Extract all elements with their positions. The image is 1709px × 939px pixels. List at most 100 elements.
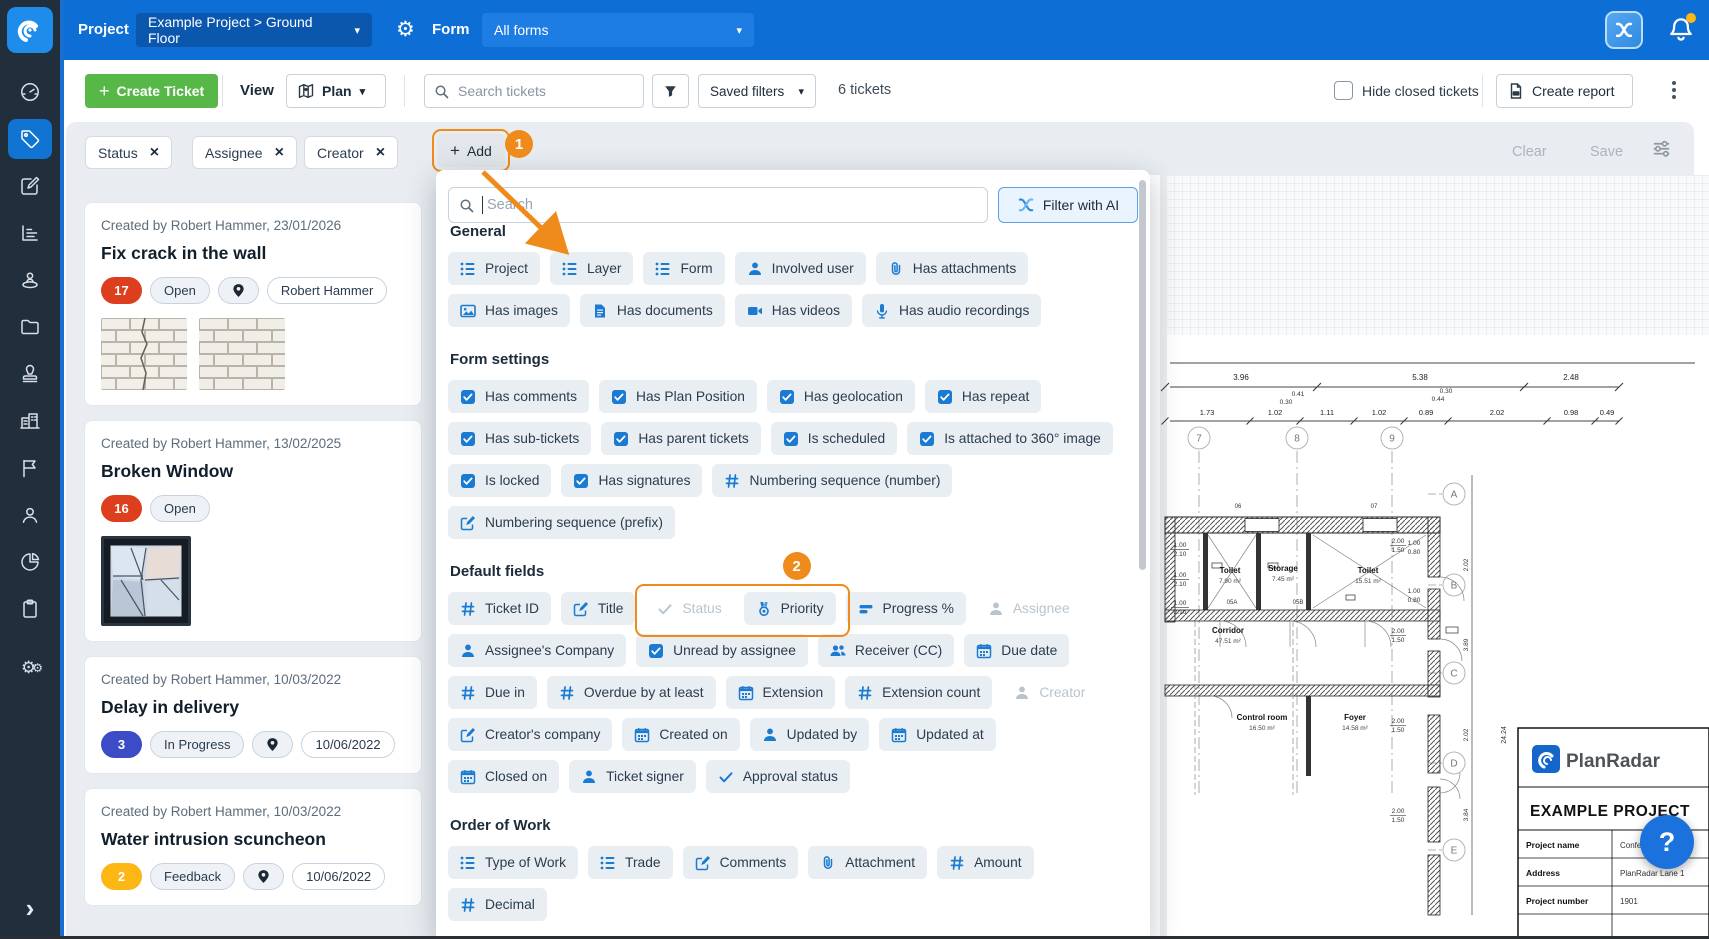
ticket-thumbnail-broken-window[interactable] bbox=[101, 536, 191, 626]
panel-scrollbar[interactable] bbox=[1139, 180, 1146, 570]
field-chip-amount[interactable]: Amount bbox=[937, 846, 1034, 879]
field-chip-comments[interactable]: Comments bbox=[683, 846, 799, 879]
notification-dot bbox=[1686, 13, 1696, 23]
sidebar-item-stamp-icon[interactable] bbox=[8, 354, 52, 394]
field-chip-is-scheduled[interactable]: Is scheduled bbox=[771, 422, 897, 455]
sidebar-item-contacts-icon[interactable] bbox=[8, 495, 52, 535]
field-chip-has-repeat[interactable]: Has repeat bbox=[925, 380, 1042, 413]
save-filters-button[interactable]: Save bbox=[1590, 144, 1623, 160]
sidebar-item-folder-icon[interactable] bbox=[8, 307, 52, 347]
project-dropdown[interactable]: Example Project > Ground Floor ▾ bbox=[136, 13, 372, 47]
ticket-thumbnail-brick[interactable] bbox=[199, 318, 285, 390]
create-ticket-button[interactable]: + Create Ticket bbox=[85, 74, 218, 108]
field-chip-trade[interactable]: Trade bbox=[588, 846, 673, 879]
field-chip-updated-at[interactable]: Updated at bbox=[879, 718, 996, 751]
sidebar-item-companies-icon[interactable] bbox=[8, 401, 52, 441]
sidebar-item-clipboard-icon[interactable] bbox=[8, 589, 52, 629]
field-chip-updated-by[interactable]: Updated by bbox=[750, 718, 870, 751]
sidebar-item-pie-chart-icon[interactable] bbox=[8, 542, 52, 582]
notifications-bell-icon[interactable] bbox=[1668, 16, 1696, 44]
sidebar-item-flag-icon[interactable] bbox=[8, 448, 52, 488]
field-chip-has-attachments[interactable]: Has attachments bbox=[876, 252, 1029, 285]
field-chip-receiver-cc-[interactable]: Receiver (CC) bbox=[818, 634, 954, 667]
field-chip-has-geolocation[interactable]: Has geolocation bbox=[767, 380, 915, 413]
field-chip-layer[interactable]: Layer bbox=[550, 252, 634, 285]
field-chip-has-images[interactable]: Has images bbox=[448, 294, 570, 327]
planradar-logo[interactable] bbox=[7, 7, 53, 53]
search-tickets-input[interactable] bbox=[456, 82, 620, 100]
field-chip-extension[interactable]: Extension bbox=[726, 676, 836, 709]
field-chip-created-on[interactable]: Created on bbox=[622, 718, 739, 751]
field-chip-assignee-s-company[interactable]: Assignee's Company bbox=[448, 634, 626, 667]
sidebar-item-site-person-icon[interactable] bbox=[8, 260, 52, 300]
more-options-kebab-icon[interactable] bbox=[1672, 78, 1676, 102]
field-chip-unread-by-assignee[interactable]: Unread by assignee bbox=[636, 634, 808, 667]
filter-chip-status[interactable]: Status× bbox=[85, 136, 172, 169]
ticket-title: Water intrusion scuncheon bbox=[101, 829, 405, 850]
ticket-card[interactable]: Created by Robert Hammer, 23/01/2026 Fix… bbox=[84, 202, 422, 406]
checkbox-unchecked-icon[interactable] bbox=[1334, 81, 1353, 100]
field-chip-overdue-by-at-least[interactable]: Overdue by at least bbox=[547, 676, 716, 709]
field-chip-title[interactable]: Title bbox=[561, 592, 636, 625]
field-chip-creator-s-company[interactable]: Creator's company bbox=[448, 718, 612, 751]
field-chip-has-plan-position[interactable]: Has Plan Position bbox=[599, 380, 757, 413]
field-chip-approval-status[interactable]: Approval status bbox=[706, 760, 850, 793]
field-chip-has-signatures[interactable]: Has signatures bbox=[561, 464, 702, 497]
field-chip-has-audio-recordings[interactable]: Has audio recordings bbox=[862, 294, 1041, 327]
close-icon[interactable]: × bbox=[275, 144, 284, 162]
filter-chip-creator[interactable]: Creator× bbox=[304, 136, 398, 169]
field-chip-priority[interactable]: Priority bbox=[744, 592, 836, 625]
close-icon[interactable]: × bbox=[376, 144, 385, 162]
view-mode-dropdown[interactable]: Plan ▾ bbox=[286, 74, 386, 108]
ticket-card[interactable]: Created by Robert Hammer, 10/03/2022 Wat… bbox=[84, 788, 422, 906]
create-report-button[interactable]: Create report bbox=[1496, 74, 1633, 108]
ticket-thumbnail-brick-cracked[interactable] bbox=[101, 318, 187, 390]
sidebar-item-statistics-icon[interactable] bbox=[8, 213, 52, 253]
clear-filters-button[interactable]: Clear bbox=[1512, 144, 1547, 160]
settings-gears-icon[interactable]: ⚙⚙ bbox=[8, 648, 52, 688]
help-button[interactable]: ? bbox=[1640, 815, 1694, 869]
filter-search-input[interactable] bbox=[485, 196, 949, 214]
saved-filters-dropdown[interactable]: Saved filters ▾ bbox=[698, 74, 816, 108]
field-chip-type-of-work[interactable]: Type of Work bbox=[448, 846, 578, 879]
close-icon[interactable]: × bbox=[150, 144, 159, 162]
field-chip-decimal[interactable]: Decimal bbox=[448, 888, 547, 921]
ai-assistant-button[interactable] bbox=[1605, 11, 1643, 49]
hide-closed-tickets-toggle[interactable]: Hide closed tickets bbox=[1334, 81, 1479, 100]
filter-funnel-button[interactable] bbox=[652, 74, 689, 108]
project-settings-gear-icon[interactable]: ⚙ bbox=[396, 17, 415, 43]
field-chip-is-attached-to-360-image[interactable]: Is attached to 360° image bbox=[907, 422, 1113, 455]
filter-settings-sliders-icon[interactable] bbox=[1652, 139, 1671, 163]
field-chip-progress-[interactable]: Progress % bbox=[846, 592, 966, 625]
field-chip-is-locked[interactable]: Is locked bbox=[448, 464, 551, 497]
sidebar-item-tickets-tag-icon[interactable] bbox=[8, 119, 52, 159]
field-chip-has-videos[interactable]: Has videos bbox=[735, 294, 852, 327]
field-chip-ticket-signer[interactable]: Ticket signer bbox=[569, 760, 696, 793]
field-chip-form[interactable]: Form bbox=[643, 252, 724, 285]
add-filter-button[interactable]: + Add bbox=[432, 129, 510, 172]
field-chip-has-comments[interactable]: Has comments bbox=[448, 380, 589, 413]
form-dropdown[interactable]: All forms ▾ bbox=[482, 13, 754, 47]
filter-chip-assignee[interactable]: Assignee× bbox=[192, 136, 297, 169]
field-chip-extension-count[interactable]: Extension count bbox=[845, 676, 992, 709]
field-chip-project[interactable]: Project bbox=[448, 252, 540, 285]
field-chip-numbering-sequence-number-[interactable]: Numbering sequence (number) bbox=[712, 464, 952, 497]
field-chip-closed-on[interactable]: Closed on bbox=[448, 760, 559, 793]
filter-with-ai-button[interactable]: Filter with AI bbox=[998, 187, 1138, 223]
field-chip-due-in[interactable]: Due in bbox=[448, 676, 537, 709]
sidebar-item-dashboard-icon[interactable] bbox=[8, 72, 52, 112]
sidebar-item-forms-icon[interactable] bbox=[8, 166, 52, 206]
field-chip-due-date[interactable]: Due date bbox=[964, 634, 1069, 667]
hash-icon bbox=[460, 601, 476, 617]
ticket-card[interactable]: Created by Robert Hammer, 10/03/2022 Del… bbox=[84, 656, 422, 774]
field-chip-involved-user[interactable]: Involved user bbox=[735, 252, 866, 285]
field-chip-numbering-sequence-prefix-[interactable]: Numbering sequence (prefix) bbox=[448, 506, 675, 539]
ticket-card[interactable]: Created by Robert Hammer, 13/02/2025 Bro… bbox=[84, 420, 422, 642]
field-chip-ticket-id[interactable]: Ticket ID bbox=[448, 592, 551, 625]
field-chip-has-sub-tickets[interactable]: Has sub-tickets bbox=[448, 422, 591, 455]
field-chip-attachment[interactable]: Attachment bbox=[808, 846, 927, 879]
field-chip-has-documents[interactable]: Has documents bbox=[580, 294, 725, 327]
field-chip-has-parent-tickets[interactable]: Has parent tickets bbox=[601, 422, 760, 455]
sidebar-expand-chevron-icon[interactable]: › bbox=[8, 888, 52, 928]
floor-plan-viewer[interactable]: 3.965.382.480.410.300.300.441.731.021.11… bbox=[1150, 175, 1709, 939]
